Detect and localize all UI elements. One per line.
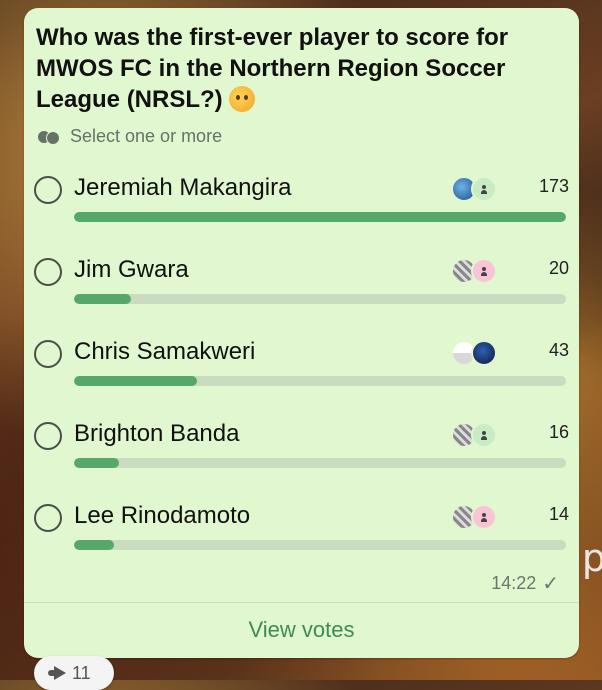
poll-question-text: Who was the first-ever player to score f… (36, 24, 509, 113)
vote-bar-track (74, 540, 566, 550)
message-meta: 14:22 ✓ (491, 571, 559, 596)
forward-count: 11 (72, 662, 91, 683)
double-check-circle-icon (38, 129, 64, 145)
poll-option[interactable]: Jeremiah Makangira 173 (34, 172, 569, 232)
background-text: p (581, 536, 602, 580)
option-label: Jeremiah Makangira (74, 174, 292, 201)
vote-count: 43 (548, 340, 569, 360)
voter-avatars (451, 176, 499, 202)
message-time: 14:22 (491, 573, 537, 593)
poll-hint: Select one or more (38, 126, 222, 147)
person-icon (471, 504, 497, 530)
radio-button[interactable] (34, 422, 62, 450)
vote-count: 173 (538, 176, 569, 196)
vote-bar-track (74, 212, 566, 222)
view-votes-button[interactable]: View votes (24, 602, 579, 658)
vote-bar-fill (74, 294, 132, 304)
poll-option[interactable]: Chris Samakweri 43 (34, 336, 569, 396)
poll-option[interactable]: Jim Gwara 20 (34, 254, 569, 314)
poll-option[interactable]: Lee Rinodamoto 14 (34, 500, 569, 560)
person-icon (471, 422, 497, 448)
option-label: Jim Gwara (74, 256, 189, 283)
sent-check-icon: ✓ (542, 573, 559, 595)
poll-message-bubble: Who was the first-ever player to score f… (24, 8, 579, 658)
radio-button[interactable] (34, 258, 62, 286)
vote-bar-fill (74, 458, 120, 468)
radio-button[interactable] (34, 176, 62, 204)
vote-count: 20 (548, 258, 569, 278)
thinking-face-icon (228, 86, 255, 112)
vote-count: 14 (548, 504, 569, 524)
vote-count: 16 (548, 422, 569, 442)
radio-button[interactable] (34, 340, 62, 368)
avatar (471, 340, 497, 366)
option-label: Chris Samakweri (74, 338, 256, 365)
vote-bar-fill (74, 212, 566, 222)
vote-bar-fill (74, 540, 114, 550)
option-label: Brighton Banda (74, 420, 240, 447)
forward-count-badge[interactable]: 11 (34, 656, 114, 690)
vote-bar-track (74, 294, 566, 304)
option-label: Lee Rinodamoto (74, 502, 251, 529)
person-icon (471, 176, 497, 202)
vote-bar-track (74, 458, 566, 468)
voter-avatars (451, 422, 499, 448)
poll-hint-text: Select one or more (70, 126, 223, 146)
voter-avatars (451, 258, 499, 284)
vote-bar-track (74, 376, 566, 386)
person-icon (471, 258, 497, 284)
radio-button[interactable] (34, 504, 62, 532)
voter-avatars (451, 504, 499, 530)
poll-question: Who was the first-ever player to score f… (36, 22, 561, 115)
voter-avatars (451, 340, 499, 366)
vote-bar-fill (74, 376, 197, 386)
poll-option[interactable]: Brighton Banda 16 (34, 418, 569, 478)
forward-icon (48, 666, 66, 680)
